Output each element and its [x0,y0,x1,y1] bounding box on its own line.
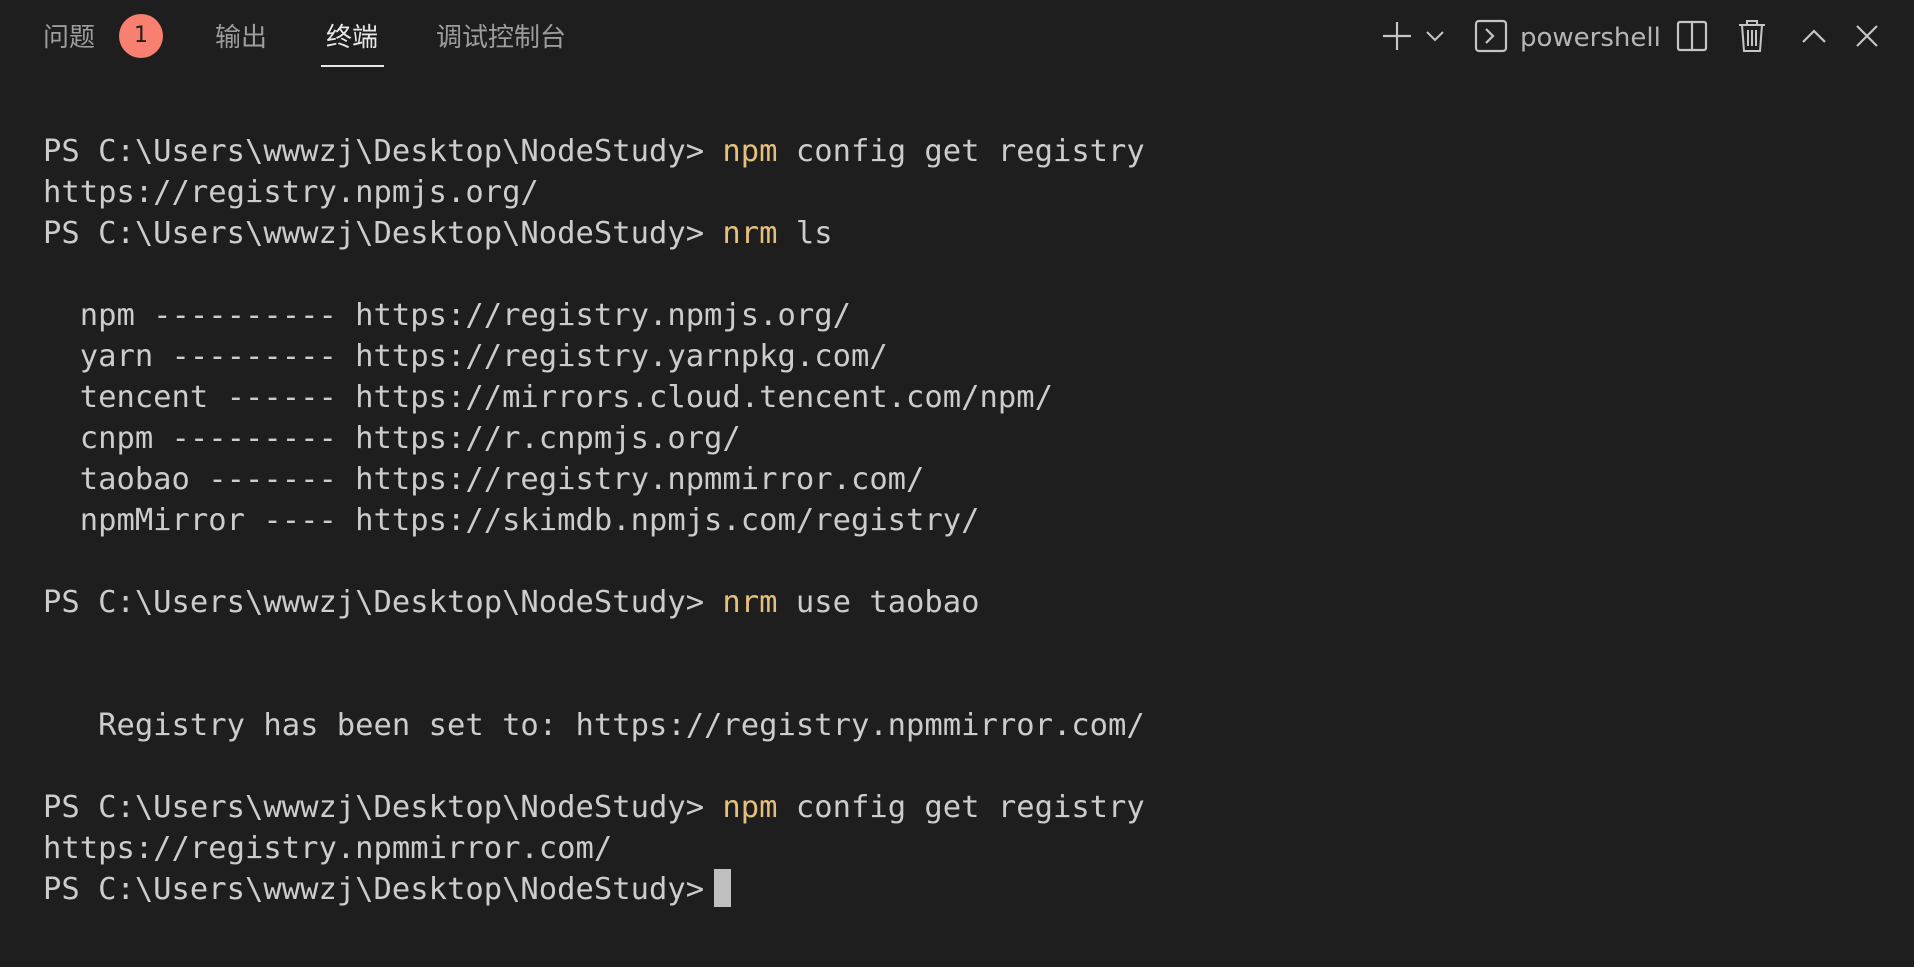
close-icon[interactable] [1852,12,1882,60]
terminal-output-text: npmMirror ---- https://skimdb.npmjs.com/… [43,503,980,538]
terminal-line: npmMirror ---- https://skimdb.npmjs.com/… [43,500,1883,541]
terminal-command-args: use taobao [777,585,980,620]
terminal-prompt: PS C:\Users\wwwzj\Desktop\NodeStudy> [43,872,705,907]
terminal-shell-name[interactable]: powershell [1520,18,1661,58]
terminal-prompt: PS C:\Users\wwwzj\Desktop\NodeStudy> [43,134,723,169]
terminal-prompt: PS C:\Users\wwwzj\Desktop\NodeStudy> [43,216,723,251]
tab-problems[interactable]: 问题 [43,18,95,58]
terminal-output-text: tencent ------ https://mirrors.cloud.ten… [43,380,1053,415]
terminal-icon [1473,12,1509,60]
terminal-prompt: PS C:\Users\wwwzj\Desktop\NodeStudy> [43,585,723,620]
terminal-output-text: https://registry.npmjs.org/ [43,175,539,210]
terminal-line: tencent ------ https://mirrors.cloud.ten… [43,377,1883,418]
terminal-line: PS C:\Users\wwwzj\Desktop\NodeStudy> npm… [43,131,1883,172]
terminal-output-text: cnpm --------- https://r.cnpmjs.org/ [43,421,741,456]
terminal-output-text: yarn --------- https://registry.yarnpkg.… [43,339,888,374]
terminal-prompt: PS C:\Users\wwwzj\Desktop\NodeStudy> [43,790,723,825]
terminal-line: PS C:\Users\wwwzj\Desktop\NodeStudy> nrm… [43,582,1883,623]
terminal-line: https://registry.npmmirror.com/ [43,828,1883,869]
terminal-command: npm [722,790,778,825]
terminal-command-args: ls [777,216,833,251]
tab-debug-console[interactable]: 调试控制台 [436,18,566,58]
terminal-command: npm [722,134,778,169]
plus-icon[interactable] [1377,12,1417,60]
tab-output[interactable]: 输出 [215,18,267,58]
terminal-line: npm ---------- https://registry.npmjs.or… [43,295,1883,336]
terminal-output-text: https://registry.npmmirror.com/ [43,831,613,866]
terminal-line: yarn --------- https://registry.yarnpkg.… [43,336,1883,377]
terminal-output[interactable]: PS C:\Users\wwwzj\Desktop\NodeStudy> npm… [43,131,1883,931]
terminal-line: https://registry.npmjs.org/ [43,172,1883,213]
terminal-command: nrm [722,585,778,620]
terminal-line: cnpm --------- https://r.cnpmjs.org/ [43,418,1883,459]
terminal-output-text: taobao ------- https://registry.npmmirro… [43,462,925,497]
panel-tab-bar: 问题 1 输出 终端 调试控制台 powershell [0,0,1914,74]
terminal-line: Registry has been set to: https://regist… [43,705,1883,746]
terminal-current-line[interactable]: PS C:\Users\wwwzj\Desktop\NodeStudy> [43,869,1883,910]
chevron-up-icon[interactable] [1799,12,1829,60]
problems-count-badge: 1 [119,14,163,58]
terminal-command-args: config get registry [777,790,1145,825]
split-icon[interactable] [1675,12,1709,60]
terminal-command-args: config get registry [777,134,1145,169]
terminal-command: nrm [722,216,778,251]
terminal-line: PS C:\Users\wwwzj\Desktop\NodeStudy> nrm… [43,213,1883,254]
terminal-line: taobao ------- https://registry.npmmirro… [43,459,1883,500]
terminal-line: PS C:\Users\wwwzj\Desktop\NodeStudy> npm… [43,787,1883,828]
terminal-output-text: npm ---------- https://registry.npmjs.or… [43,298,851,333]
active-tab-indicator [321,65,384,67]
terminal-cursor [714,869,732,907]
trash-icon[interactable] [1735,12,1769,60]
chevron-down-icon[interactable] [1423,12,1447,60]
tab-terminal[interactable]: 终端 [326,18,378,58]
terminal-output-text: Registry has been set to: https://regist… [43,708,1145,743]
